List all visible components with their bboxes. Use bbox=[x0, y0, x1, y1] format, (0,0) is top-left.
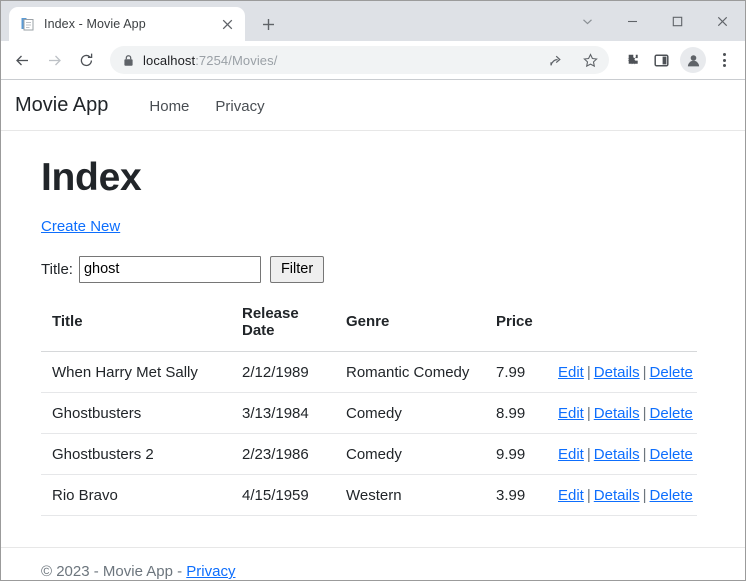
cell-price: 8.99 bbox=[485, 392, 547, 434]
cell-actions: Edit | Details | Delete bbox=[547, 433, 697, 475]
navbar-brand[interactable]: Movie App bbox=[15, 94, 108, 117]
close-icon[interactable] bbox=[218, 15, 236, 33]
site-header: Movie App Home Privacy bbox=[1, 80, 745, 131]
action-separator: | bbox=[642, 445, 647, 463]
action-separator: | bbox=[586, 486, 591, 504]
site-navbar: Movie App Home Privacy bbox=[1, 80, 745, 130]
maximize-button[interactable] bbox=[655, 5, 700, 37]
filter-button[interactable]: Filter bbox=[269, 255, 325, 283]
cell-actions: Edit | Details | Delete bbox=[547, 351, 697, 393]
footer-copyright: © 2023 - Movie App - bbox=[41, 563, 187, 580]
url-host: localhost bbox=[143, 52, 196, 68]
movies-table-head: Title Release Date Genre Price bbox=[41, 304, 697, 352]
table-row: Rio Bravo 4/15/1959 Western 3.99 Edit | De… bbox=[41, 474, 697, 516]
title-filter-label: Title: bbox=[41, 260, 73, 278]
table-row: Ghostbusters 3/13/1984 Comedy 8.99 Edit |… bbox=[41, 392, 697, 434]
action-separator: | bbox=[642, 404, 647, 422]
back-button[interactable] bbox=[7, 45, 37, 75]
cell-title: Rio Bravo bbox=[41, 474, 231, 516]
browser-window: Index - Movie App localhost:7254/Movies/… bbox=[0, 0, 746, 581]
forward-button bbox=[39, 45, 69, 75]
delete-link[interactable]: Delete bbox=[650, 364, 693, 381]
page-document-icon bbox=[20, 16, 36, 32]
cell-genre: Romantic Comedy bbox=[335, 351, 485, 393]
edit-link[interactable]: Edit bbox=[558, 446, 584, 463]
filter-form: Title: Filter bbox=[41, 255, 729, 283]
chevron-down-icon[interactable] bbox=[565, 5, 610, 37]
navbar-links: Home Privacy bbox=[136, 98, 277, 115]
cell-genre: Comedy bbox=[335, 433, 485, 475]
cell-release-date: 2/12/1989 bbox=[231, 351, 335, 393]
delete-link[interactable]: Delete bbox=[650, 446, 693, 463]
page-container: Index Create New Title: Filter Title Rel… bbox=[1, 131, 745, 547]
page-viewport: Movie App Home Privacy Index Create New … bbox=[1, 79, 745, 580]
nav-link-privacy[interactable]: Privacy bbox=[202, 98, 277, 115]
lock-icon bbox=[123, 54, 134, 67]
close-window-button[interactable] bbox=[700, 5, 745, 37]
action-separator: | bbox=[642, 363, 647, 381]
side-panel-icon[interactable] bbox=[647, 45, 675, 75]
cell-genre: Comedy bbox=[335, 392, 485, 434]
profile-avatar-icon[interactable] bbox=[680, 47, 706, 73]
edit-link[interactable]: Edit bbox=[558, 487, 584, 504]
column-header-price: Price bbox=[485, 304, 547, 352]
cell-release-date: 4/15/1959 bbox=[231, 474, 335, 516]
browser-toolbar: localhost:7254/Movies/ bbox=[1, 41, 745, 79]
details-link[interactable]: Details bbox=[594, 487, 640, 504]
details-link[interactable]: Details bbox=[594, 364, 640, 381]
cell-price: 3.99 bbox=[485, 474, 547, 516]
details-link[interactable]: Details bbox=[594, 446, 640, 463]
cell-title: When Harry Met Sally bbox=[41, 351, 231, 393]
minimize-button[interactable] bbox=[610, 5, 655, 37]
table-header-row: Title Release Date Genre Price bbox=[41, 304, 697, 352]
share-icon[interactable] bbox=[542, 47, 568, 73]
address-bar[interactable]: localhost:7254/Movies/ bbox=[110, 46, 609, 74]
movies-table-body: When Harry Met Sally 2/12/1989 Romantic … bbox=[41, 351, 697, 516]
cell-price: 9.99 bbox=[485, 433, 547, 475]
cell-actions: Edit | Details | Delete bbox=[547, 474, 697, 516]
delete-link[interactable]: Delete bbox=[650, 405, 693, 422]
nav-link-home[interactable]: Home bbox=[136, 98, 202, 115]
cell-release-date: 2/23/1986 bbox=[231, 433, 335, 475]
new-tab-button[interactable] bbox=[254, 10, 282, 38]
details-link[interactable]: Details bbox=[594, 405, 640, 422]
url-text: localhost:7254/Movies/ bbox=[143, 53, 533, 68]
footer-privacy-link[interactable]: Privacy bbox=[186, 563, 235, 580]
window-controls bbox=[565, 1, 745, 41]
cell-title: Ghostbusters 2 bbox=[41, 433, 231, 475]
extensions-puzzle-icon[interactable] bbox=[617, 45, 645, 75]
star-icon[interactable] bbox=[577, 47, 603, 73]
footer-text: © 2023 - Movie App - Privacy bbox=[41, 563, 729, 580]
cell-price: 7.99 bbox=[485, 351, 547, 393]
table-row: Ghostbusters 2 2/23/1986 Comedy 9.99 Edi… bbox=[41, 433, 697, 475]
delete-link[interactable]: Delete bbox=[650, 487, 693, 504]
column-header-actions bbox=[547, 304, 697, 352]
action-separator: | bbox=[586, 445, 591, 463]
cell-actions: Edit | Details | Delete bbox=[547, 392, 697, 434]
page-title: Index bbox=[41, 156, 142, 199]
column-header-title: Title bbox=[41, 304, 231, 352]
column-header-release-date: Release Date bbox=[231, 304, 335, 352]
cell-genre: Western bbox=[335, 474, 485, 516]
create-new-link[interactable]: Create New bbox=[41, 218, 120, 235]
action-separator: | bbox=[586, 363, 591, 381]
reload-button[interactable] bbox=[71, 45, 101, 75]
cell-release-date: 3/13/1984 bbox=[231, 392, 335, 434]
tab-title: Index - Movie App bbox=[44, 17, 146, 31]
tab-strip: Index - Movie App bbox=[1, 1, 745, 41]
action-separator: | bbox=[586, 404, 591, 422]
url-path: :7254/Movies/ bbox=[195, 52, 278, 68]
edit-link[interactable]: Edit bbox=[558, 405, 584, 422]
chrome-menu-kebab-icon[interactable] bbox=[711, 45, 737, 75]
table-row: When Harry Met Sally 2/12/1989 Romantic … bbox=[41, 351, 697, 393]
title-filter-input[interactable] bbox=[78, 255, 261, 283]
edit-link[interactable]: Edit bbox=[558, 364, 584, 381]
action-separator: | bbox=[642, 486, 647, 504]
browser-tab[interactable]: Index - Movie App bbox=[9, 7, 245, 41]
cell-title: Ghostbusters bbox=[41, 392, 231, 434]
column-header-genre: Genre bbox=[335, 304, 485, 352]
site-footer: © 2023 - Movie App - Privacy bbox=[1, 547, 745, 580]
movies-table: Title Release Date Genre Price When Harr… bbox=[41, 304, 697, 516]
